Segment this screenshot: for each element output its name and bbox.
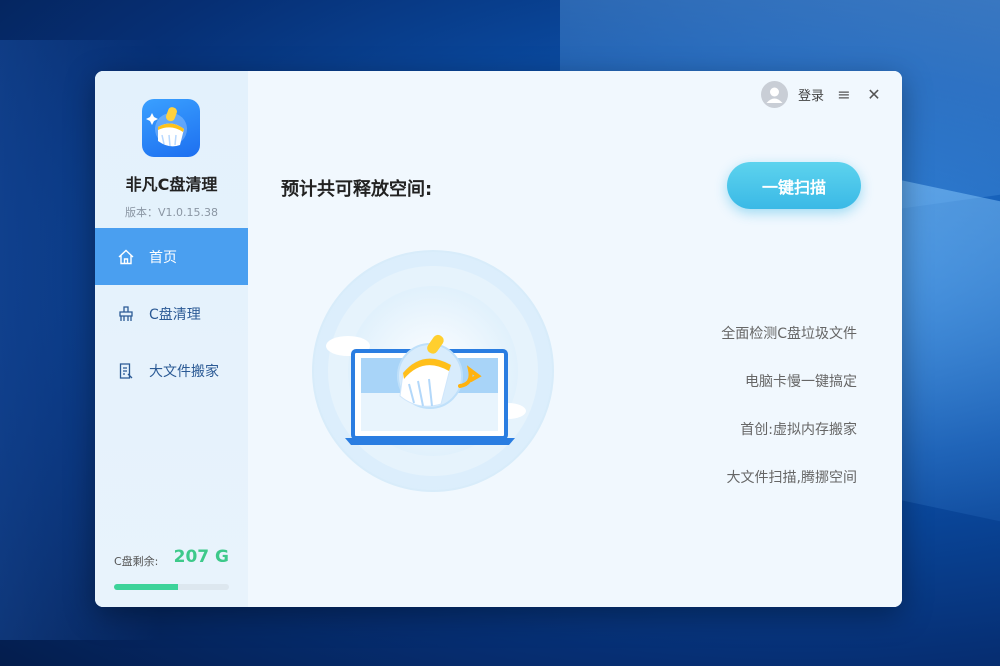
document-icon	[117, 362, 135, 380]
sidebar-item-label: C盘清理	[149, 306, 201, 323]
one-click-scan-button[interactable]: 一键扫描	[727, 162, 861, 209]
disk-remaining-label: C盘剩余:	[114, 555, 159, 568]
feature-item: 电脑卡慢一键搞定	[745, 374, 857, 390]
laptop-cleaning-illustration	[308, 246, 558, 496]
releasable-space-heading: 预计共可释放空间:	[281, 179, 433, 200]
app-name: 非凡C盘清理	[125, 175, 218, 194]
feature-list: 全面检测C盘垃圾文件 电脑卡慢一键搞定 首创:虚拟内存搬家 大文件扫描,腾挪空间	[721, 324, 857, 516]
feature-item: 首创:虚拟内存搬家	[740, 422, 857, 438]
title-bar-controls: 登录 ≡ ✕	[760, 81, 884, 108]
sidebar-item-large-file-move[interactable]: 大文件搬家	[95, 342, 248, 399]
close-icon[interactable]: ✕	[864, 85, 884, 104]
disk-usage-bar	[114, 584, 229, 590]
sidebar: 非凡C盘清理 版本：V1.0.15.38 首页 C盘清理 大文件搬家 C盘剩余:…	[95, 71, 248, 607]
app-logo-icon	[142, 99, 200, 157]
main-panel: 登录 ≡ ✕ 预计共可释放空间: 一键扫描 全面检测C盘垃圾文件 电脑卡慢一键搞…	[248, 71, 902, 607]
sidebar-item-c-clean[interactable]: C盘清理	[95, 285, 248, 342]
broom-icon	[117, 305, 135, 323]
sidebar-nav: 首页 C盘清理 大文件搬家	[95, 228, 248, 399]
sidebar-item-home[interactable]: 首页	[95, 228, 248, 285]
user-avatar-icon[interactable]	[760, 81, 788, 108]
disk-usage-fill	[114, 584, 179, 590]
disk-remaining-value: 207 G	[173, 547, 229, 567]
sidebar-item-label: 首页	[149, 249, 177, 266]
feature-item: 大文件扫描,腾挪空间	[726, 470, 857, 486]
app-version: 版本：V1.0.15.38	[124, 206, 218, 219]
app-window: 非凡C盘清理 版本：V1.0.15.38 首页 C盘清理 大文件搬家 C盘剩余:…	[95, 71, 902, 607]
feature-item: 全面检测C盘垃圾文件	[721, 326, 857, 342]
login-link[interactable]: 登录	[798, 85, 824, 104]
home-icon	[117, 248, 135, 266]
sidebar-item-label: 大文件搬家	[149, 363, 219, 380]
menu-icon[interactable]: ≡	[834, 85, 854, 104]
